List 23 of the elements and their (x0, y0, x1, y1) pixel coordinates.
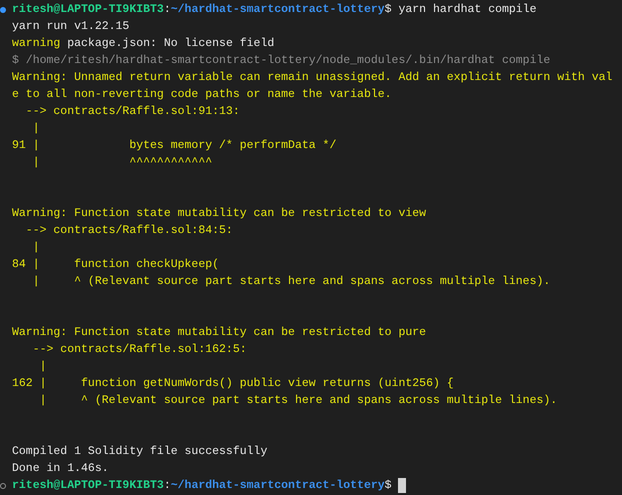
terminal-line: --> contracts/Raffle.sol:162:5: (32, 343, 247, 356)
terminal-line: e to all non-reverting code paths or name the variable. (12, 88, 392, 101)
terminal-prompt: ritesh@LAPTOP-TI9KIBT3:~/hardhat-smartcontract-lottery$ (12, 479, 393, 492)
terminal-line: --> contracts/Raffle.sol:84:5: (24, 224, 233, 237)
terminal-line: $ /home/ritesh/hardhat-smartcontract-lottery/node_modules/.bin/hardhat compile (12, 54, 550, 67)
terminal-line: Done in 1.46s. (12, 462, 109, 475)
terminal-line: | ^^^^^^^^^^^^ (32, 156, 212, 169)
terminal-line: --> contracts/Raffle.sol:91:13: (24, 105, 240, 118)
terminal-line: | (32, 122, 40, 135)
terminal-line: | (38, 360, 47, 373)
terminal-line: warning package.json: No license field (12, 37, 274, 50)
terminal-line: Warning: Function state mutability can be restricted to view (12, 207, 426, 220)
terminal-line: Warning: Function state mutability can be restricted to pure (12, 326, 426, 339)
terminal-line: | ^ (Relevant source part starts here and spans across multiple lines). (32, 275, 550, 288)
terminal-line: 162 | function getNumWords() public view returns (uint256) { (12, 377, 454, 390)
terminal-line: | ^ (Relevant source part starts here and spans across multiple lines). (38, 394, 558, 407)
terminal-line: | (32, 241, 40, 254)
terminal-line: Compiled 1 Solidity file successfully (12, 445, 268, 458)
terminal-prompt: ritesh@LAPTOP-TI9KIBT3:~/hardhat-smartcontract-lottery$ yarn hardhat compile (12, 3, 536, 16)
terminal-line: Warning: Unnamed return variable can remain unassigned. Add an explicit return with val (12, 71, 612, 84)
terminal-line: 91 | bytes memory /* performData */ (12, 139, 336, 152)
terminal-line: 84 | function checkUpkeep( (12, 258, 220, 271)
terminal-line: yarn run v1.22.15 (12, 20, 130, 33)
